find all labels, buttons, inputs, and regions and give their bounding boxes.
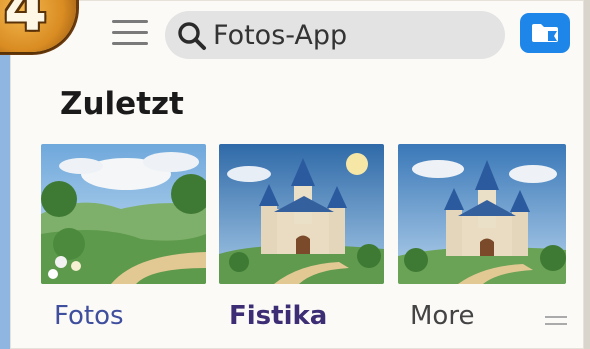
drag-handle-icon[interactable] — [545, 314, 567, 328]
tab-more[interactable]: More — [410, 301, 474, 331]
folder-button[interactable] — [520, 13, 570, 53]
hamburger-menu-icon[interactable] — [112, 20, 148, 46]
search-icon — [178, 22, 206, 50]
folder-icon — [532, 24, 558, 42]
search-bar[interactable] — [165, 11, 505, 59]
tab-fotos[interactable]: Fotos — [54, 301, 124, 331]
section-title-recent: Zuletzt — [60, 86, 184, 122]
step-number: 4 — [4, 0, 48, 45]
tab-fistika[interactable]: Fistika — [229, 301, 327, 331]
search-input[interactable] — [213, 17, 493, 53]
app-panel: Zuletzt — [10, 0, 584, 349]
photo-thumbnail-landscape[interactable] — [41, 144, 206, 284]
background-left-edge — [0, 0, 10, 349]
photo-thumbnail-castle[interactable] — [219, 144, 384, 284]
photo-thumbnail-castle-2[interactable] — [398, 144, 566, 284]
